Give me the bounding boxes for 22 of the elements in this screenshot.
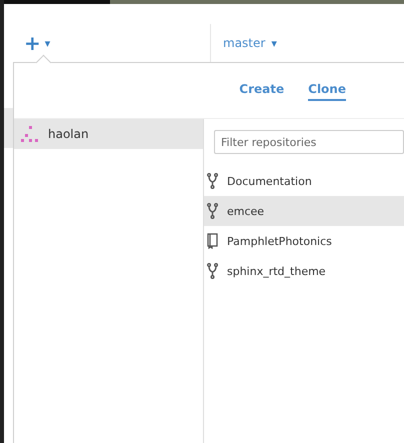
caret-icon[interactable]: ▾ <box>44 36 50 50</box>
add-button[interactable]: + <box>24 33 41 53</box>
repository-item[interactable]: Documentation <box>204 166 404 196</box>
avatar-icon <box>20 124 40 144</box>
fork-icon <box>207 203 218 219</box>
fork-icon <box>207 173 218 189</box>
repository-name: Documentation <box>227 174 312 188</box>
filter-field[interactable]: Filter repositories <box>214 130 404 154</box>
tab[interactable]: Create <box>239 80 284 101</box>
repository-name: emcee <box>227 204 264 218</box>
account-name: haolan <box>48 127 89 141</box>
caret-icon[interactable]: ▾ <box>271 36 277 50</box>
repository-item[interactable]: PamphletPhotonics <box>204 226 404 256</box>
repository-item[interactable]: emcee <box>204 196 404 226</box>
branch-selector[interactable]: master <box>223 36 266 50</box>
repository-item[interactable]: sphinx_rtd_theme <box>204 256 404 286</box>
repository-name: sphinx_rtd_theme <box>227 264 326 278</box>
repository-name: PamphletPhotonics <box>227 234 332 248</box>
fork-icon <box>207 263 218 279</box>
book-icon <box>207 233 218 249</box>
account-item[interactable]: haolan <box>14 119 203 149</box>
tab[interactable]: Clone <box>308 80 346 101</box>
